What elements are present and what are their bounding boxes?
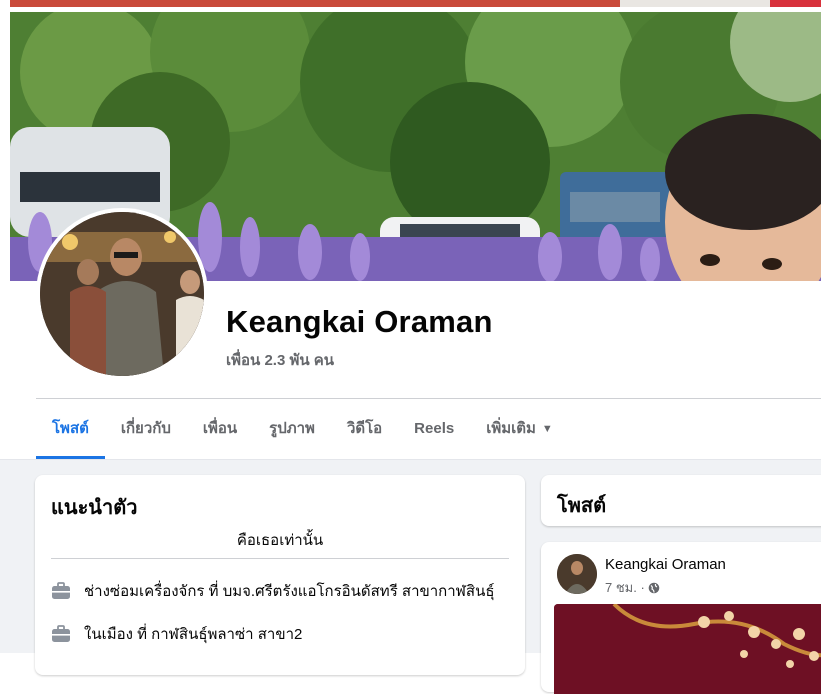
tab-videos-label: วิดีโอ: [346, 420, 383, 437]
intro-divider: [51, 558, 509, 559]
tab-more-label: เพิ่มเติม: [486, 420, 536, 437]
intro-title: แนะนำตัว: [51, 497, 138, 519]
tab-friends[interactable]: เพื่อน: [187, 400, 253, 458]
profile-name: Keangkai Oraman: [226, 304, 493, 339]
tab-reels-label: Reels: [414, 420, 455, 437]
post-image[interactable]: [554, 604, 821, 694]
profile-tabs: โพสต์ เกี่ยวกับ เพื่อน รูปภาพ วิดีโอ Ree…: [36, 400, 569, 460]
intro-item-work: ช่างซ่อมเครื่องจักร ที่ บมจ.ศรีตรังแอโกร…: [51, 579, 495, 603]
intro-item-text[interactable]: ในเมือง ที่ กาฬสินธุ์พลาซ่า สาขา2: [84, 622, 302, 646]
post-author-name[interactable]: Keangkai Oraman: [605, 556, 726, 573]
header-divider: [36, 398, 821, 399]
friends-count[interactable]: เพื่อน 2.3 พัน คน: [226, 348, 334, 372]
profile-avatar[interactable]: [36, 208, 208, 380]
tab-photos[interactable]: รูปภาพ: [253, 400, 331, 458]
post-card: Keangkai Oraman 7 ชม. ·: [541, 542, 821, 694]
tab-videos[interactable]: วิดีโอ: [331, 400, 398, 458]
posts-header-card: โพสต์: [541, 475, 821, 526]
briefcase-icon: [51, 581, 71, 601]
tab-friends-label: เพื่อน: [202, 420, 238, 437]
intro-card: แนะนำตัว คือเธอเท่านั้น ช่างซ่อมเครื่องจ…: [35, 475, 525, 675]
post-author-avatar[interactable]: [557, 554, 597, 594]
intro-item-work: ในเมือง ที่ กาฬสินธุ์พลาซ่า สาขา2: [51, 622, 302, 646]
profile-avatar-photo: [40, 212, 204, 376]
tab-more[interactable]: เพิ่มเติม ▼: [470, 400, 569, 458]
tab-photos-label: รูปภาพ: [269, 420, 315, 437]
tab-reels[interactable]: Reels: [398, 400, 470, 458]
tab-about[interactable]: เกี่ยวกับ: [105, 400, 187, 458]
tab-posts[interactable]: โพสต์: [36, 400, 105, 459]
posts-title: โพสต์: [557, 495, 607, 517]
globe-icon: [648, 582, 660, 594]
post-time[interactable]: 7 ชม. ·: [605, 577, 645, 598]
intro-item-text[interactable]: ช่างซ่อมเครื่องจักร ที่ บมจ.ศรีตรังแอโกร…: [84, 579, 495, 603]
top-image-strip: [10, 0, 821, 7]
tab-posts-label: โพสต์: [52, 420, 89, 437]
briefcase-icon: [51, 624, 71, 644]
caret-down-icon: ▼: [541, 423, 553, 435]
intro-bio: คือเธอเท่านั้น: [236, 532, 324, 549]
post-meta: 7 ชม. ·: [605, 577, 660, 598]
tab-about-label: เกี่ยวกับ: [120, 420, 171, 437]
